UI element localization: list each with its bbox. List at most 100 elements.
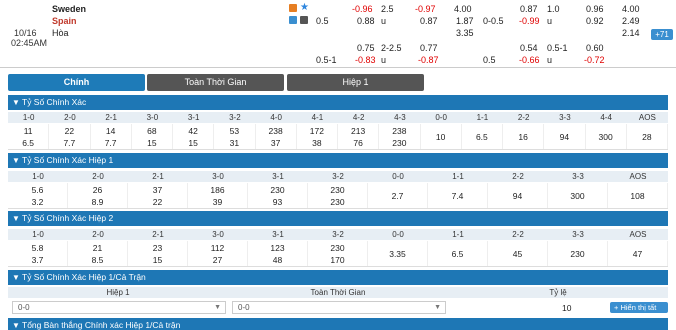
score-odds-cell[interactable]: 230 170 bbox=[308, 241, 368, 266]
score-odds-cell[interactable]: 7.4 bbox=[428, 183, 488, 208]
odd-value[interactable]: 3.2 bbox=[32, 196, 44, 208]
tab-main[interactable]: Chính bbox=[8, 74, 145, 91]
score-odds-cell[interactable]: 3.35 bbox=[368, 241, 428, 266]
odd-value[interactable]: 27 bbox=[213, 254, 222, 266]
odd-value[interactable]: 37 bbox=[153, 184, 162, 196]
odd-value[interactable]: 230 bbox=[570, 248, 584, 260]
away-team[interactable]: Spain bbox=[52, 15, 77, 27]
score-odds-cell[interactable]: 6.5 bbox=[462, 124, 503, 149]
odd-value[interactable]: 170 bbox=[330, 254, 344, 266]
score-odds-cell[interactable]: 6.5 bbox=[428, 241, 488, 266]
odd-value[interactable]: 172 bbox=[310, 125, 324, 137]
odd[interactable]: 2.14 bbox=[622, 27, 640, 39]
odd[interactable]: 0.88 bbox=[357, 15, 375, 27]
odd[interactable]: -0.66 bbox=[519, 54, 540, 66]
odd[interactable]: 0.87 bbox=[420, 15, 438, 27]
odd-value[interactable]: 8.5 bbox=[92, 254, 104, 266]
odd-value[interactable]: 42 bbox=[188, 125, 197, 137]
tv-icon[interactable] bbox=[300, 16, 308, 24]
score-odds-cell[interactable]: 5.6 3.2 bbox=[8, 183, 68, 208]
odd[interactable]: -0.87 bbox=[418, 54, 439, 66]
section-header-first-half[interactable]: ▼ Tỷ Số Chính Xác Hiệp 1 bbox=[8, 153, 668, 168]
odd[interactable]: 4.00 bbox=[454, 3, 472, 15]
more-markets-button[interactable]: +71 bbox=[651, 29, 673, 40]
odd[interactable]: -0.99 bbox=[519, 15, 540, 27]
score-odds-cell[interactable]: 238 230 bbox=[379, 124, 421, 149]
odd[interactable]: 0.96 bbox=[586, 3, 604, 15]
odd-value[interactable]: 23 bbox=[153, 242, 162, 254]
score-odds-cell[interactable]: 2.7 bbox=[368, 183, 428, 208]
section-header-correct-score[interactable]: ▼ Tỷ Số Chính Xác bbox=[8, 95, 668, 110]
odd[interactable]: 0.77 bbox=[420, 42, 438, 54]
score-odds-cell[interactable]: 186 39 bbox=[188, 183, 248, 208]
odd-value[interactable]: 5.8 bbox=[32, 242, 44, 254]
score-odds-cell[interactable]: 26 8.9 bbox=[68, 183, 128, 208]
odd-value[interactable]: 47 bbox=[633, 248, 642, 260]
odd-value[interactable]: 123 bbox=[270, 242, 284, 254]
score-odds-cell[interactable]: 21 8.5 bbox=[68, 241, 128, 266]
odd-value[interactable]: 26 bbox=[93, 184, 102, 196]
odd-value[interactable]: 186 bbox=[210, 184, 224, 196]
odd-value[interactable]: 230 bbox=[392, 137, 406, 149]
odd-value[interactable]: 53 bbox=[230, 125, 239, 137]
score-odds-cell[interactable]: 123 48 bbox=[248, 241, 308, 266]
odd[interactable]: -0.83 bbox=[355, 54, 376, 66]
score-odds-cell[interactable]: 22 7.7 bbox=[49, 124, 91, 149]
odd-value[interactable]: 16 bbox=[518, 131, 527, 143]
odd-value[interactable]: 5.6 bbox=[32, 184, 44, 196]
score-odds-cell[interactable]: 47 bbox=[608, 241, 668, 266]
odd[interactable]: 4.00 bbox=[622, 3, 640, 15]
score-odds-cell[interactable]: 11 6.5 bbox=[8, 124, 50, 149]
odd-value[interactable]: 2.7 bbox=[392, 190, 404, 202]
odd-value[interactable]: 15 bbox=[147, 137, 156, 149]
odd-value[interactable]: 238 bbox=[392, 125, 406, 137]
odd[interactable]: -0.72 bbox=[584, 54, 605, 66]
score-odds-cell[interactable]: 172 38 bbox=[297, 124, 338, 149]
odd-value[interactable]: 22 bbox=[153, 196, 162, 208]
odd-value[interactable]: 68 bbox=[147, 125, 156, 137]
odd-value[interactable]: 230 bbox=[330, 242, 344, 254]
score-odds-cell[interactable]: 10 bbox=[421, 124, 462, 149]
odd-value[interactable]: 39 bbox=[213, 196, 222, 208]
odd-value[interactable]: 3.7 bbox=[32, 254, 44, 266]
odd[interactable]: 3.35 bbox=[456, 27, 474, 39]
score-odds-cell[interactable]: 45 bbox=[488, 241, 548, 266]
odd[interactable]: 1.87 bbox=[456, 15, 474, 27]
odd[interactable]: -0.96 bbox=[352, 3, 373, 15]
odd-value[interactable]: 31 bbox=[230, 137, 239, 149]
score-odds-cell[interactable]: 300 bbox=[548, 183, 608, 208]
odd[interactable]: 0.54 bbox=[520, 42, 538, 54]
score-odds-cell[interactable]: 5.8 3.7 bbox=[8, 241, 68, 266]
odd[interactable]: 0.92 bbox=[586, 15, 604, 27]
score-odds-cell[interactable]: 28 bbox=[627, 124, 668, 149]
odd-value[interactable]: 38 bbox=[312, 137, 321, 149]
score-odds-cell[interactable]: 16 bbox=[503, 124, 545, 149]
odd-value[interactable]: 15 bbox=[188, 137, 197, 149]
odd-value[interactable]: 6.5 bbox=[452, 248, 464, 260]
show-all-button[interactable]: + Hiển thị tất cả bbox=[610, 302, 668, 323]
score-odds-cell[interactable]: 68 15 bbox=[132, 124, 173, 149]
score-odds-cell[interactable]: 108 bbox=[608, 183, 668, 208]
first-half-select[interactable]: 0-0 ▼ bbox=[12, 301, 226, 314]
odd-value[interactable]: 8.9 bbox=[92, 196, 104, 208]
odd-value[interactable]: 230 bbox=[330, 184, 344, 196]
odd-value[interactable]: 238 bbox=[269, 125, 283, 137]
odd[interactable]: 2.49 bbox=[622, 15, 640, 27]
tab-first-half[interactable]: Hiệp 1 bbox=[287, 74, 424, 91]
odd-value[interactable]: 7.4 bbox=[452, 190, 464, 202]
score-odds-cell[interactable]: 23 15 bbox=[128, 241, 188, 266]
score-odds-cell[interactable]: 112 27 bbox=[188, 241, 248, 266]
score-odds-cell[interactable]: 94 bbox=[544, 124, 586, 149]
score-odds-cell[interactable]: 230 bbox=[548, 241, 608, 266]
odd-value[interactable]: 94 bbox=[513, 190, 522, 202]
odd-value[interactable]: 48 bbox=[273, 254, 282, 266]
score-odds-cell[interactable]: 230 93 bbox=[248, 183, 308, 208]
odd-value[interactable]: 37 bbox=[271, 137, 280, 149]
odd-value[interactable]: 300 bbox=[599, 131, 613, 143]
odd-value[interactable]: 76 bbox=[353, 137, 362, 149]
odd[interactable]: 0.60 bbox=[586, 42, 604, 54]
odd-value[interactable]: 94 bbox=[560, 131, 569, 143]
odd-value[interactable]: 7.7 bbox=[105, 137, 117, 149]
section-header-second-half[interactable]: ▼ Tỷ Số Chính Xác Hiệp 2 bbox=[8, 211, 668, 226]
full-time-select[interactable]: 0-0 ▼ bbox=[232, 301, 446, 314]
